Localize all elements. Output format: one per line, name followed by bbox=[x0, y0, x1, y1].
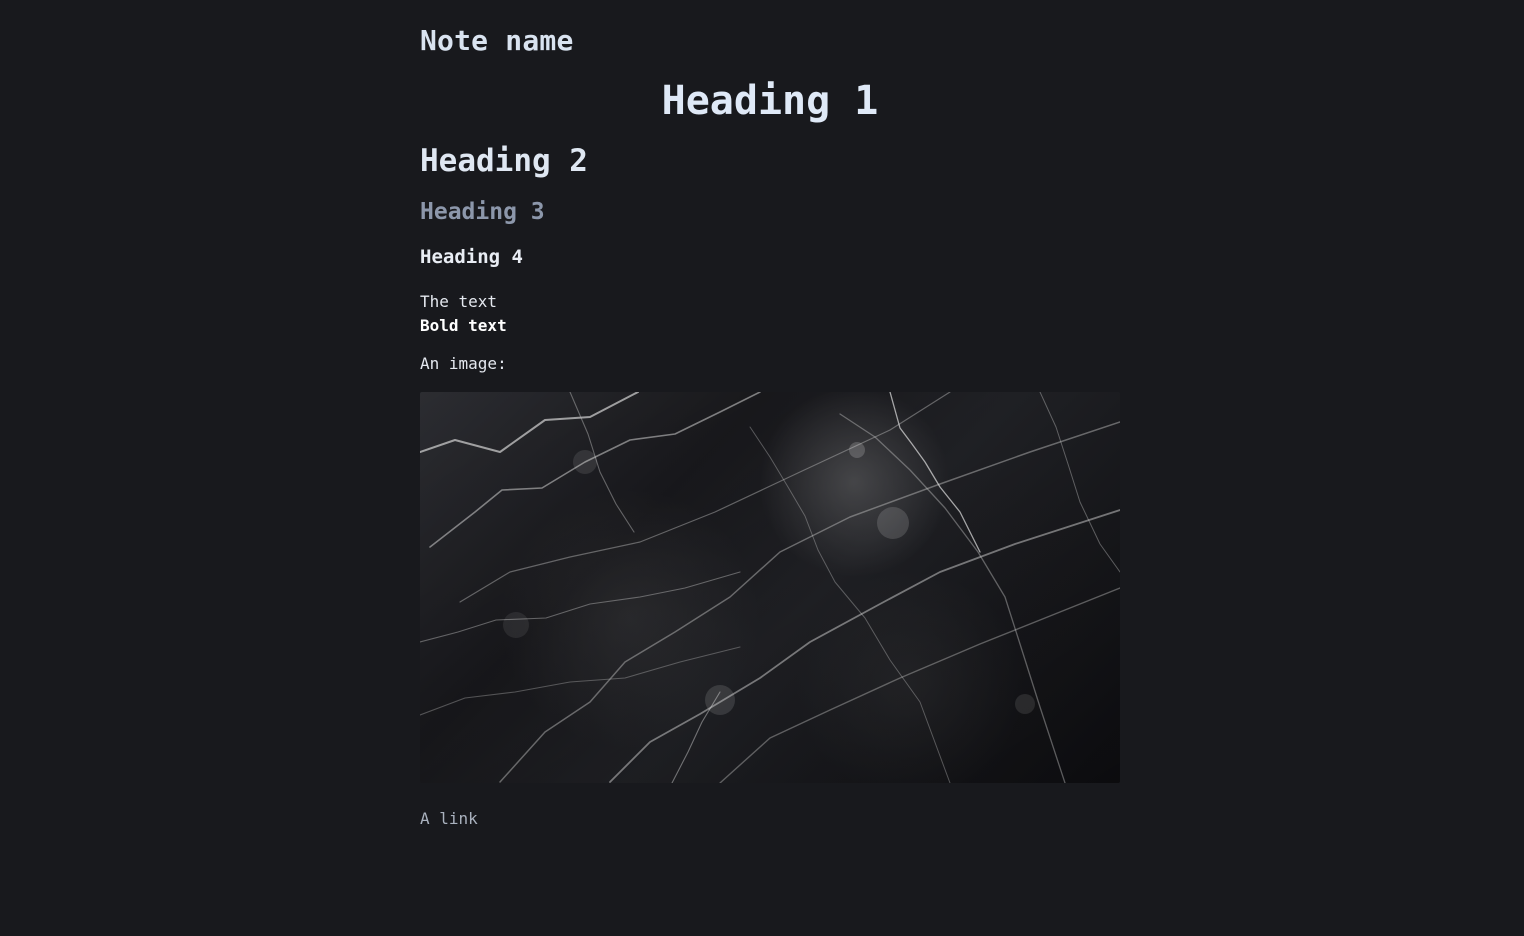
heading-3: Heading 3 bbox=[420, 199, 545, 225]
heading-2: Heading 2 bbox=[420, 143, 588, 179]
text-paragraph: The text Bold text bbox=[420, 290, 507, 338]
marble-image bbox=[420, 392, 1120, 783]
heading-4: Heading 4 bbox=[420, 246, 523, 268]
bold-text: Bold text bbox=[420, 316, 507, 335]
marble-image-illustration bbox=[420, 392, 1120, 783]
note-page: Note name Heading 1 Heading 2 Heading 3 … bbox=[0, 0, 1524, 936]
plain-text: The text bbox=[420, 292, 498, 311]
note-link[interactable]: A link bbox=[420, 809, 478, 828]
note-title: Note name bbox=[420, 24, 574, 57]
image-label: An image: bbox=[420, 354, 507, 373]
heading-1: Heading 1 bbox=[661, 78, 879, 124]
